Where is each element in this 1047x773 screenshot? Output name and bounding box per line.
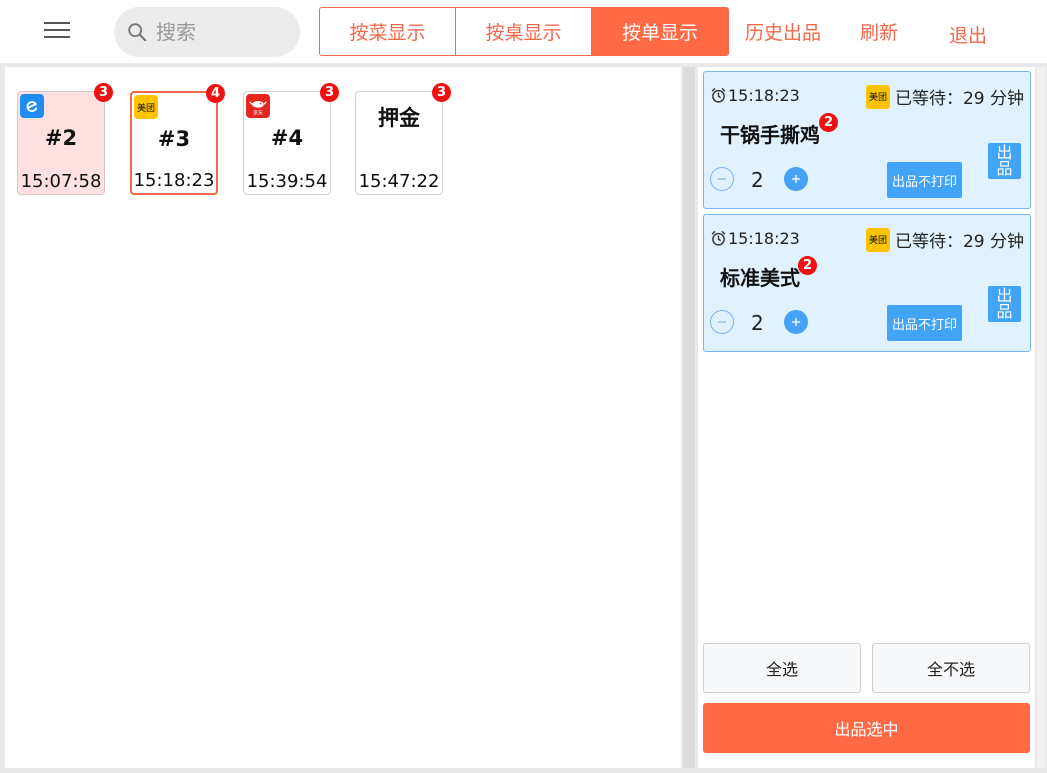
item-count-badge: 4 <box>206 84 225 103</box>
top-bar: 按菜显示 按桌显示 按单显示 历史出品 刷新 退出 <box>0 0 1047 63</box>
increase-quantity-button[interactable] <box>784 167 808 191</box>
order-time: 15:39:54 <box>246 171 328 192</box>
serve-selected-button[interactable]: 出品选中 <box>703 703 1030 753</box>
order-number: #2 <box>44 126 78 150</box>
order-card[interactable]: 京东 #4 15:39:54 3 <box>243 83 339 195</box>
search-input[interactable] <box>156 20 286 44</box>
serve-label: 品 <box>996 302 1013 321</box>
dish-count-badge: 2 <box>798 256 817 275</box>
dish-wait: 美团 已等待：29 分钟 <box>865 227 1024 252</box>
order-time: 15:47:22 <box>358 171 440 192</box>
item-count-badge: 3 <box>320 83 339 102</box>
jd-platform-icon: 京东 <box>246 94 270 118</box>
select-all-button[interactable]: 全选 <box>703 643 861 693</box>
order-time: 15:07:58 <box>20 171 102 192</box>
meituan-platform-icon: 美团 <box>865 227 890 252</box>
wait-time-text: 已等待：29 分钟 <box>894 232 1024 252</box>
select-none-button[interactable]: 全不选 <box>872 643 1030 693</box>
order-card[interactable]: 美团 #3 15:18:23 4 <box>130 84 225 195</box>
eleme-platform-icon <box>20 94 44 118</box>
serve-button[interactable]: 出 品 <box>988 286 1021 322</box>
decrease-quantity-button[interactable] <box>710 167 734 191</box>
dish-time: 15:18:23 <box>710 229 800 248</box>
view-mode-tabs: 按菜显示 按桌显示 按单显示 <box>319 7 729 56</box>
search-box[interactable] <box>114 7 300 57</box>
alarm-clock-icon <box>711 230 726 246</box>
order-number: 押金 <box>378 106 420 130</box>
decrease-quantity-button[interactable] <box>710 310 734 334</box>
scrollbar-track[interactable] <box>1037 67 1045 768</box>
item-count-badge: 3 <box>94 83 113 102</box>
quantity-value: 2 <box>751 168 764 192</box>
dish-detail-pane: 15:18:23 美团 已等待：29 分钟 干锅手撕鸡 2 2 出品不打印 出 … <box>698 67 1035 768</box>
search-icon <box>128 23 147 42</box>
svg-text:京东: 京东 <box>253 109 263 116</box>
order-number: #3 <box>157 127 191 151</box>
tab-by-order[interactable]: 按单显示 <box>592 8 728 55</box>
dish-name: 干锅手撕鸡 <box>720 123 820 147</box>
order-card[interactable]: 押金 15:47:22 3 <box>355 83 451 195</box>
dish-count-badge: 2 <box>819 113 838 132</box>
dish-time-text: 15:18:23 <box>728 86 800 105</box>
history-button[interactable]: 历史出品 <box>745 18 821 45</box>
refresh-button[interactable]: 刷新 <box>860 18 898 45</box>
quantity-value: 2 <box>751 311 764 335</box>
logout-button[interactable]: 退出 <box>949 21 987 48</box>
dish-card[interactable]: 15:18:23 美团 已等待：29 分钟 标准美式 2 2 出品不打印 出 品 <box>703 214 1031 352</box>
alarm-clock-icon <box>711 87 726 103</box>
dish-time: 15:18:23 <box>710 86 800 105</box>
wait-time-text: 已等待：29 分钟 <box>894 89 1024 109</box>
serve-label: 品 <box>996 159 1013 178</box>
serve-without-print-button[interactable]: 出品不打印 <box>887 305 962 341</box>
item-count-badge: 3 <box>432 83 451 102</box>
order-time: 15:18:23 <box>133 170 215 191</box>
hamburger-menu-icon[interactable] <box>44 22 70 40</box>
pane-splitter[interactable] <box>683 67 695 768</box>
serve-button[interactable]: 出 品 <box>988 143 1021 179</box>
increase-quantity-button[interactable] <box>784 310 808 334</box>
dish-wait: 美团 已等待：29 分钟 <box>865 84 1024 109</box>
dish-name: 标准美式 <box>720 266 800 290</box>
order-list-pane: #2 15:07:58 3 美团 #3 15:18:23 4 京东 #4 15:… <box>5 67 681 768</box>
order-card[interactable]: #2 15:07:58 3 <box>17 83 113 195</box>
dish-time-text: 15:18:23 <box>728 229 800 248</box>
serve-without-print-button[interactable]: 出品不打印 <box>887 162 962 198</box>
order-number: #4 <box>270 126 304 150</box>
tab-by-dish[interactable]: 按菜显示 <box>320 8 456 55</box>
dish-card[interactable]: 15:18:23 美团 已等待：29 分钟 干锅手撕鸡 2 2 出品不打印 出 … <box>703 71 1031 209</box>
tab-by-table[interactable]: 按桌显示 <box>456 8 592 55</box>
meituan-platform-icon: 美团 <box>865 84 890 109</box>
meituan-platform-icon: 美团 <box>134 95 158 119</box>
